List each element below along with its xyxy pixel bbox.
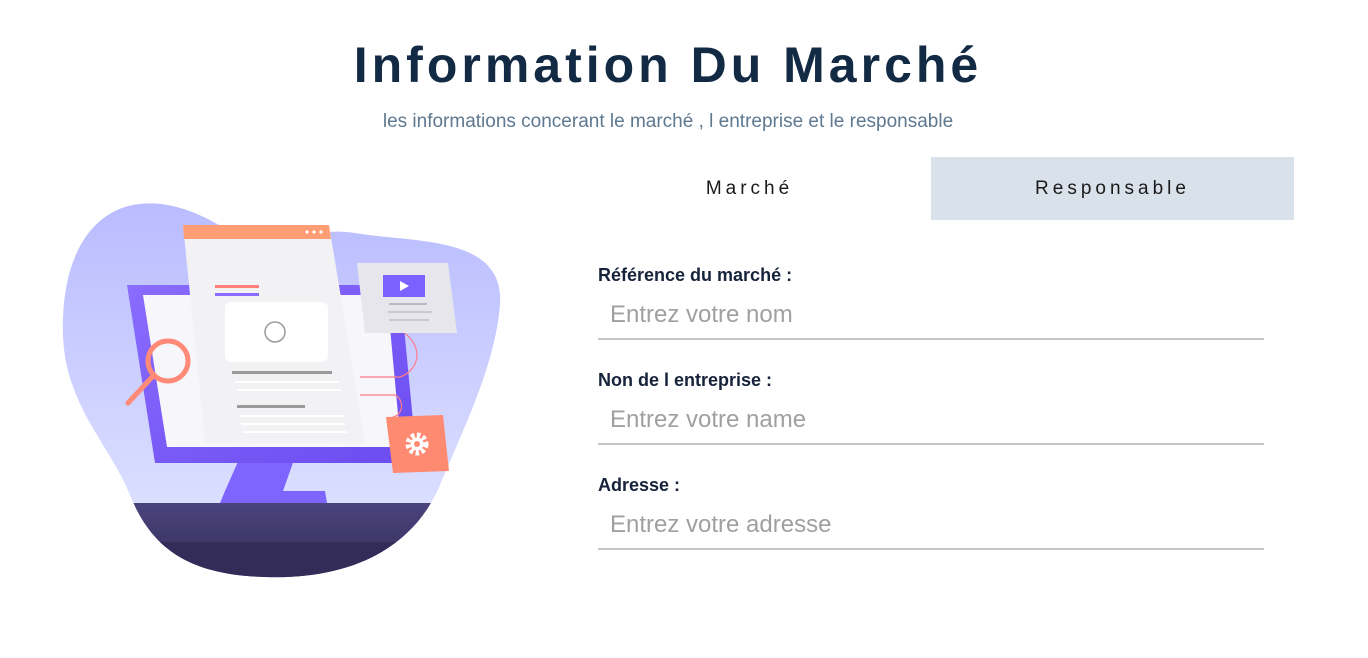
company-input[interactable] — [598, 393, 1264, 445]
video-card — [357, 263, 457, 333]
company-field-group: Non de l entreprise : — [598, 367, 1264, 472]
market-info-form: Référence du marché : Non de l entrepris… — [598, 262, 1264, 577]
tab-responsable[interactable]: Responsable — [931, 157, 1294, 220]
address-input[interactable] — [598, 498, 1264, 550]
desk — [62, 503, 501, 578]
reference-label: Référence du marché : — [598, 265, 793, 285]
gear-icon — [386, 415, 449, 473]
tab-marche[interactable]: Marché — [568, 157, 931, 220]
page: Information Du Marché les informations c… — [0, 0, 1368, 658]
illustration — [62, 203, 501, 578]
page-subtitle: les informations concerant le marché , l… — [382, 111, 954, 132]
company-label: Non de l entreprise : — [598, 370, 773, 390]
reference-field-group: Référence du marché : — [598, 262, 1264, 367]
reference-input[interactable] — [598, 288, 1264, 340]
address-field-group: Adresse : — [598, 472, 1264, 577]
tab-bar: Marché Responsable — [568, 157, 1294, 220]
page-title: Information Du Marché — [353, 37, 983, 93]
address-label: Adresse : — [598, 475, 681, 495]
